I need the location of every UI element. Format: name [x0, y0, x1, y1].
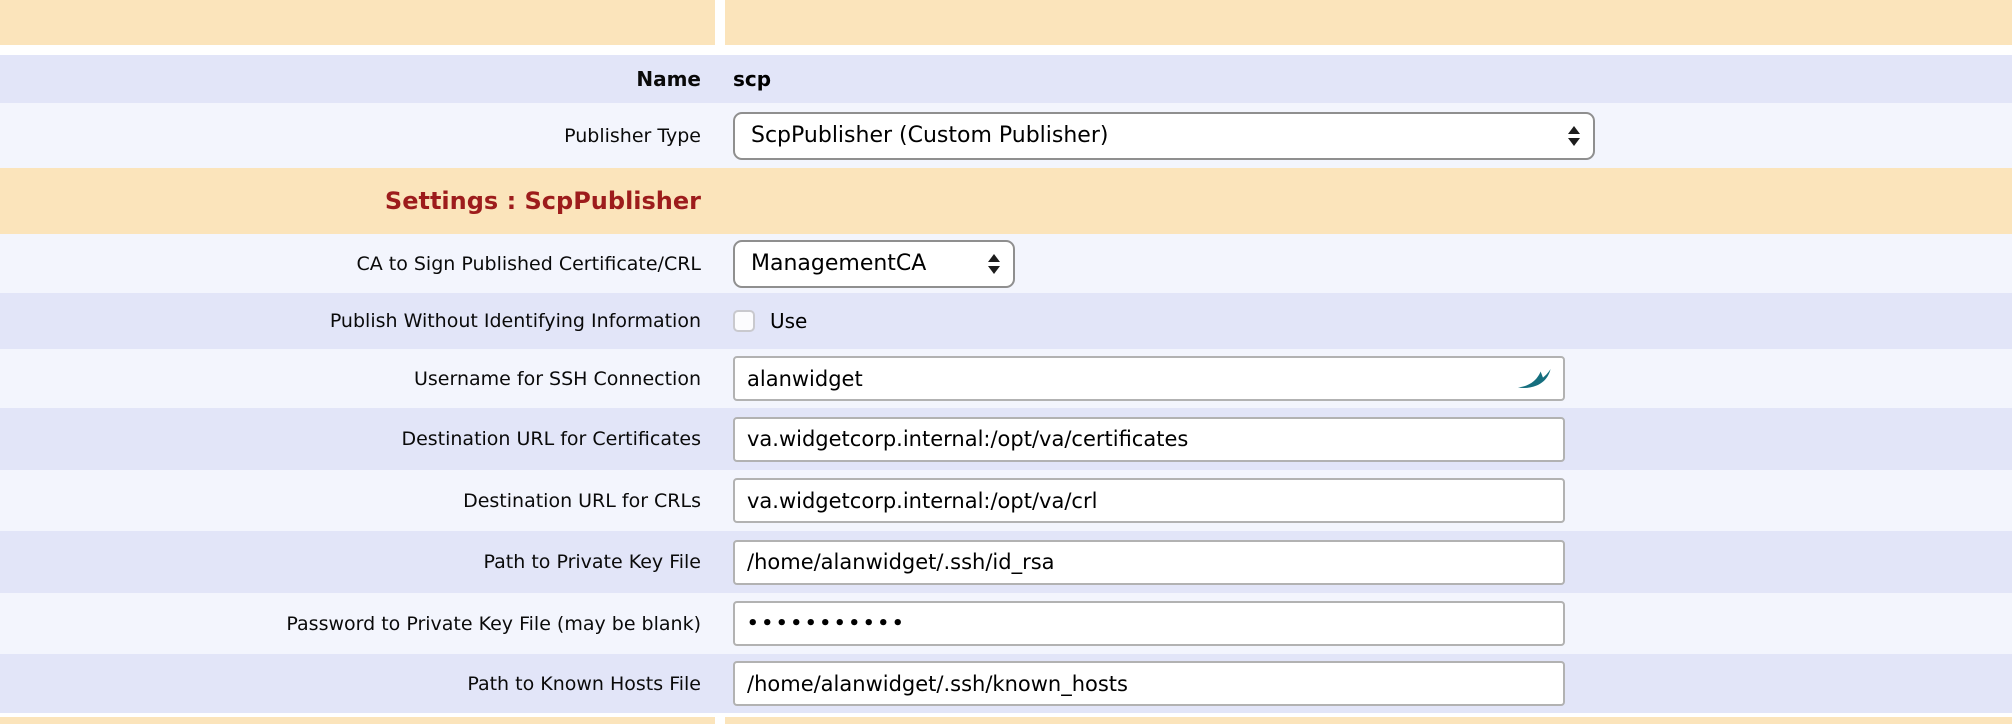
known-hosts-path-label: Path to Known Hosts File: [467, 673, 701, 695]
top-section-band: [0, 0, 2012, 45]
settings-section-title: Settings : ScpPublisher: [385, 187, 701, 215]
ca-sign-label: CA to Sign Published Certificate/CRL: [356, 253, 701, 275]
private-key-path-input[interactable]: [733, 540, 1565, 585]
dest-certificates-row: Destination URL for Certificates: [0, 408, 2012, 470]
anonymize-row: Publish Without Identifying Information …: [0, 293, 2012, 349]
private-key-path-label: Path to Private Key File: [484, 551, 701, 573]
dashlane-icon[interactable]: [1517, 367, 1551, 391]
column-gap: [715, 717, 725, 724]
publisher-edit-page: Name scp Publisher Type ScpPublisher (Cu…: [0, 0, 2012, 724]
publisher-type-select[interactable]: ScpPublisher (Custom Publisher): [733, 112, 1595, 160]
top-band-right: [725, 0, 2012, 45]
ca-sign-selected-option: ManagementCA: [751, 251, 926, 276]
name-value: scp: [733, 67, 771, 91]
use-checkbox-label: Use: [770, 309, 807, 333]
dest-crls-input[interactable]: [733, 478, 1565, 523]
settings-section-header: Settings : ScpPublisher: [0, 168, 2012, 234]
name-label: Name: [636, 67, 701, 91]
use-checkbox[interactable]: [733, 310, 755, 332]
known-hosts-path-input[interactable]: [733, 661, 1565, 706]
dest-certificates-input[interactable]: [733, 417, 1565, 462]
ssh-username-input[interactable]: [733, 356, 1565, 401]
bottom-band-right: [725, 717, 2012, 724]
dest-certificates-label: Destination URL for Certificates: [401, 428, 701, 450]
ssh-username-row: Username for SSH Connection: [0, 349, 2012, 408]
private-key-path-row: Path to Private Key File: [0, 531, 2012, 593]
private-key-password-row: Password to Private Key File (may be bla…: [0, 593, 2012, 654]
ca-sign-row: CA to Sign Published Certificate/CRL Man…: [0, 234, 2012, 293]
bottom-band-left: [0, 717, 715, 724]
row-spacer: [0, 45, 2012, 55]
private-key-password-input[interactable]: [733, 601, 1565, 646]
bottom-section-band: [0, 717, 2012, 724]
publisher-type-selected-option: ScpPublisher (Custom Publisher): [751, 123, 1108, 148]
private-key-password-label: Password to Private Key File (may be bla…: [286, 613, 701, 635]
dest-crls-label: Destination URL for CRLs: [463, 490, 701, 512]
ca-sign-select[interactable]: ManagementCA: [733, 240, 1015, 288]
ssh-username-label: Username for SSH Connection: [414, 368, 701, 390]
ssh-username-input-wrap: [733, 356, 1565, 401]
name-row: Name scp: [0, 55, 2012, 103]
select-arrows-icon: [1568, 126, 1580, 146]
publisher-type-label: Publisher Type: [564, 125, 701, 147]
select-arrows-icon: [988, 254, 1000, 274]
publisher-type-row: Publisher Type ScpPublisher (Custom Publ…: [0, 103, 2012, 168]
column-gap: [715, 0, 725, 45]
dest-crls-row: Destination URL for CRLs: [0, 470, 2012, 531]
anonymize-label: Publish Without Identifying Information: [330, 310, 701, 332]
top-band-left: [0, 0, 715, 45]
known-hosts-path-row: Path to Known Hosts File: [0, 654, 2012, 713]
